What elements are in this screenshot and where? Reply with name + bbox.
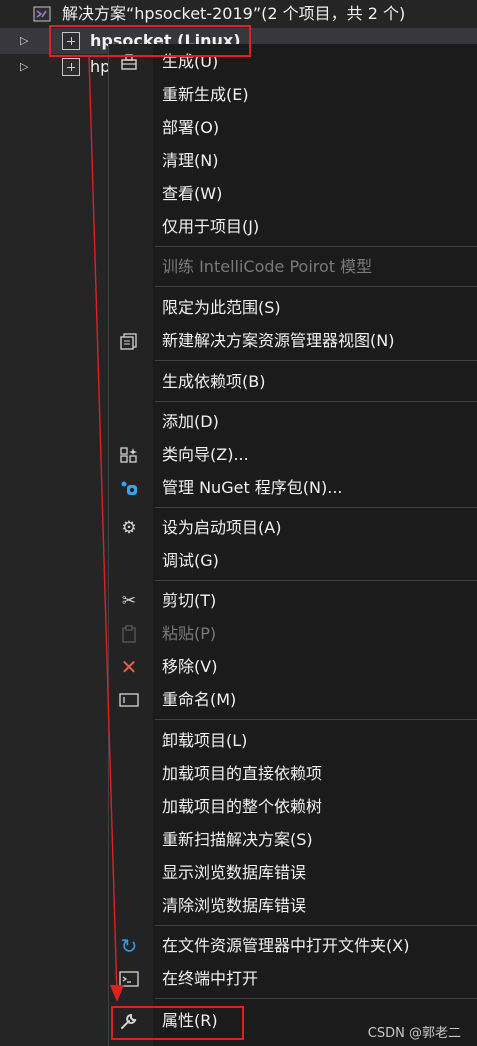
annotation-arrow	[88, 55, 124, 1002]
watermark: CSDN @郭老二	[367, 1026, 461, 1041]
